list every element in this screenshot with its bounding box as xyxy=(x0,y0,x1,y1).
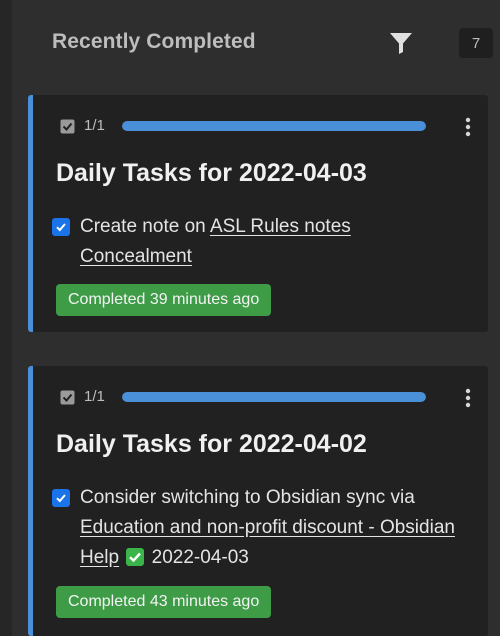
task-item: Create note on ASL Rules notes Concealme… xyxy=(52,212,462,272)
card-meta: 1/1 xyxy=(60,388,480,408)
task-card[interactable]: 1/1 Daily Tasks for 2022-04-02 Consider … xyxy=(28,366,488,636)
check-icon xyxy=(56,223,66,232)
subtask-count: 1/1 xyxy=(84,117,105,134)
completed-badge: Completed 39 minutes ago xyxy=(56,284,272,316)
task-text: Consider switching to Obsidian sync via xyxy=(80,487,415,508)
task-item: Consider switching to Obsidian sync via … xyxy=(52,483,462,573)
task-checkbox[interactable] xyxy=(52,218,70,236)
task-done-date: 2022-04-03 xyxy=(146,547,249,568)
card-menu-button[interactable] xyxy=(456,386,480,410)
completed-badge: Completed 43 minutes ago xyxy=(56,586,272,618)
lane-edge xyxy=(0,0,12,636)
more-vertical-icon xyxy=(465,388,471,408)
progress-fill xyxy=(122,392,426,402)
progress-bar xyxy=(122,121,426,131)
subtask-count: 1/1 xyxy=(84,388,105,405)
card-title: Daily Tasks for 2022-04-03 xyxy=(56,159,367,187)
lane-title: Recently Completed xyxy=(52,30,256,53)
lane-header: Recently Completed 7 xyxy=(12,0,500,86)
checkbox-icon xyxy=(60,390,75,405)
task-card[interactable]: 1/1 Daily Tasks for 2022-04-03 Create no… xyxy=(28,95,488,332)
card-title: Daily Tasks for 2022-04-02 xyxy=(56,430,367,458)
filter-button[interactable] xyxy=(386,28,416,58)
more-vertical-icon xyxy=(465,117,471,137)
filter-icon xyxy=(390,33,412,54)
progress-fill xyxy=(122,121,426,131)
lane-count-badge: 7 xyxy=(459,28,493,58)
checkbox-icon xyxy=(60,119,75,134)
task-checkbox[interactable] xyxy=(52,489,70,507)
task-text: Create note on xyxy=(80,216,210,237)
card-menu-button[interactable] xyxy=(456,115,480,139)
progress-bar xyxy=(122,392,426,402)
done-check-emoji-icon xyxy=(126,548,145,566)
card-meta: 1/1 xyxy=(60,117,480,137)
check-icon xyxy=(56,494,66,503)
